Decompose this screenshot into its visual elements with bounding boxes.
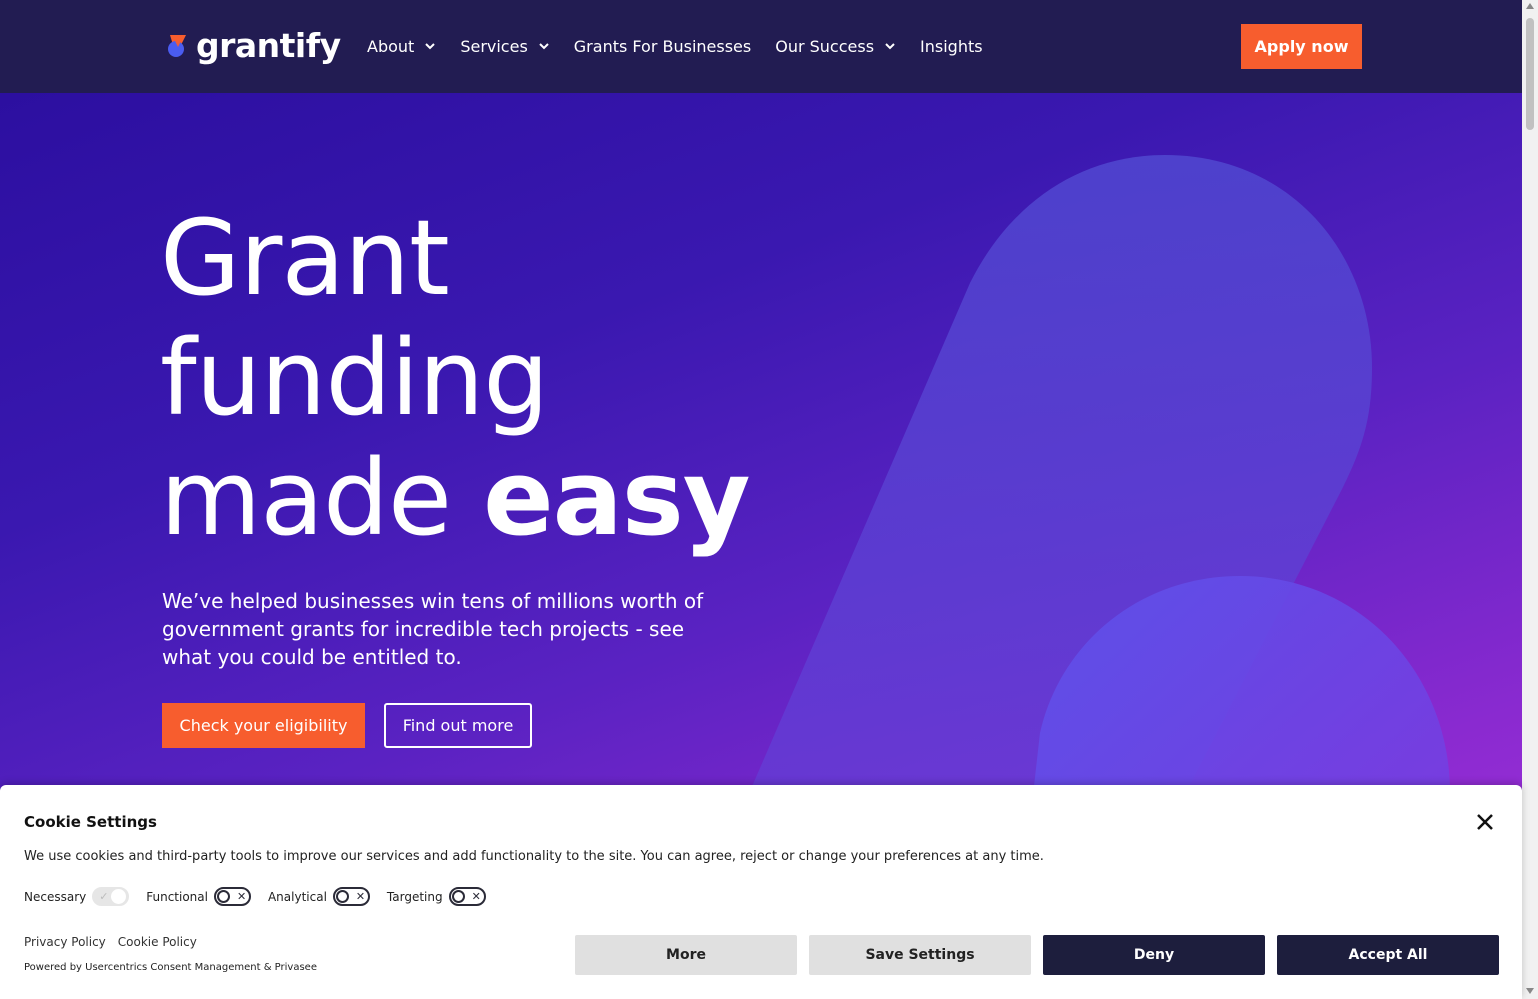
cookie-policy-link[interactable]: Cookie Policy	[118, 935, 197, 949]
cookie-toggles: Necessary ✓ Functional ✕ Analytical ✕ Ta…	[24, 887, 503, 906]
toggle-group-functional: Functional ✕	[146, 887, 251, 906]
toggle-knob	[335, 890, 349, 903]
site-header: grantify About Services Grants For Busin…	[0, 0, 1522, 93]
scrollbar-thumb[interactable]	[1526, 18, 1534, 130]
targeting-toggle[interactable]: ✕	[448, 887, 486, 906]
cookie-links: Privacy Policy Cookie Policy	[24, 935, 209, 949]
chevron-down-icon	[425, 43, 436, 50]
scroll-down-arrow-icon[interactable]	[1526, 988, 1534, 994]
nav-label: Our Success	[775, 36, 875, 56]
close-icon[interactable]	[1472, 809, 1498, 835]
more-button[interactable]: More	[575, 935, 797, 975]
logo[interactable]: grantify	[166, 26, 341, 66]
deny-button[interactable]: Deny	[1043, 935, 1265, 975]
powered-by-text: Powered by Usercentrics Consent Manageme…	[24, 962, 317, 973]
nav-label: Insights	[920, 36, 983, 56]
privacy-policy-link[interactable]: Privacy Policy	[24, 935, 106, 949]
functional-toggle[interactable]: ✕	[213, 887, 251, 906]
x-icon: ✕	[236, 890, 247, 903]
headline-line-3: made easy	[160, 437, 751, 559]
chevron-down-icon	[539, 43, 549, 50]
apply-now-button[interactable]: Apply now	[1241, 24, 1362, 69]
cookie-description: We use cookies and third-party tools to …	[24, 849, 1044, 864]
x-icon: ✕	[355, 890, 366, 903]
toggle-label: Necessary	[24, 889, 87, 904]
nav-label: Grants For Businesses	[573, 36, 752, 56]
accept-all-button[interactable]: Accept All	[1277, 935, 1499, 975]
nav-item-services[interactable]: Services	[460, 37, 549, 56]
toggle-knob	[216, 890, 230, 903]
cookie-title: Cookie Settings	[24, 813, 157, 831]
nav-item-insights[interactable]: Insights	[920, 37, 983, 56]
toggle-knob	[451, 890, 465, 903]
toggle-group-analytical: Analytical ✕	[268, 887, 370, 906]
nav-label: About	[367, 36, 415, 56]
logo-wordmark: grantify	[196, 26, 341, 65]
nav-item-our-success[interactable]: Our Success	[775, 37, 896, 56]
analytical-toggle[interactable]: ✕	[332, 887, 370, 906]
page-scrollbar[interactable]	[1522, 0, 1538, 999]
headline-easy: easy	[483, 437, 750, 559]
headline-line-1: Grant	[160, 197, 450, 319]
check-icon: ✓	[99, 890, 109, 903]
hero-headline: Grant funding made easy	[160, 197, 751, 559]
toggle-label: Targeting	[386, 889, 443, 904]
check-eligibility-button[interactable]: Check your eligibility	[162, 703, 365, 748]
nav-item-grants-for-businesses[interactable]: Grants For Businesses	[574, 37, 751, 56]
toggle-group-necessary: Necessary ✓	[24, 887, 130, 906]
grantify-logo-icon	[168, 35, 186, 57]
scroll-up-arrow-icon[interactable]	[1526, 3, 1534, 9]
toggle-label: Functional	[146, 889, 208, 904]
necessary-toggle: ✓	[92, 887, 130, 906]
cookie-banner: Cookie Settings We use cookies and third…	[0, 785, 1522, 999]
x-icon: ✕	[471, 890, 481, 903]
hero-subtext: We’ve helped businesses win tens of mill…	[162, 589, 704, 669]
toggle-knob	[111, 889, 127, 904]
nav-item-about[interactable]: About	[367, 37, 436, 56]
chevron-down-icon	[885, 43, 895, 50]
toggle-group-targeting: Targeting ✕	[387, 887, 486, 906]
headline-made: made	[160, 437, 484, 559]
save-settings-button[interactable]: Save Settings	[809, 935, 1031, 975]
main-nav: About Services Grants For Businesses Our…	[367, 30, 1007, 62]
nav-label: Services	[460, 36, 528, 56]
headline-line-2: funding	[160, 317, 549, 439]
find-out-more-button[interactable]: Find out more	[384, 703, 532, 748]
toggle-label: Analytical	[267, 889, 327, 904]
